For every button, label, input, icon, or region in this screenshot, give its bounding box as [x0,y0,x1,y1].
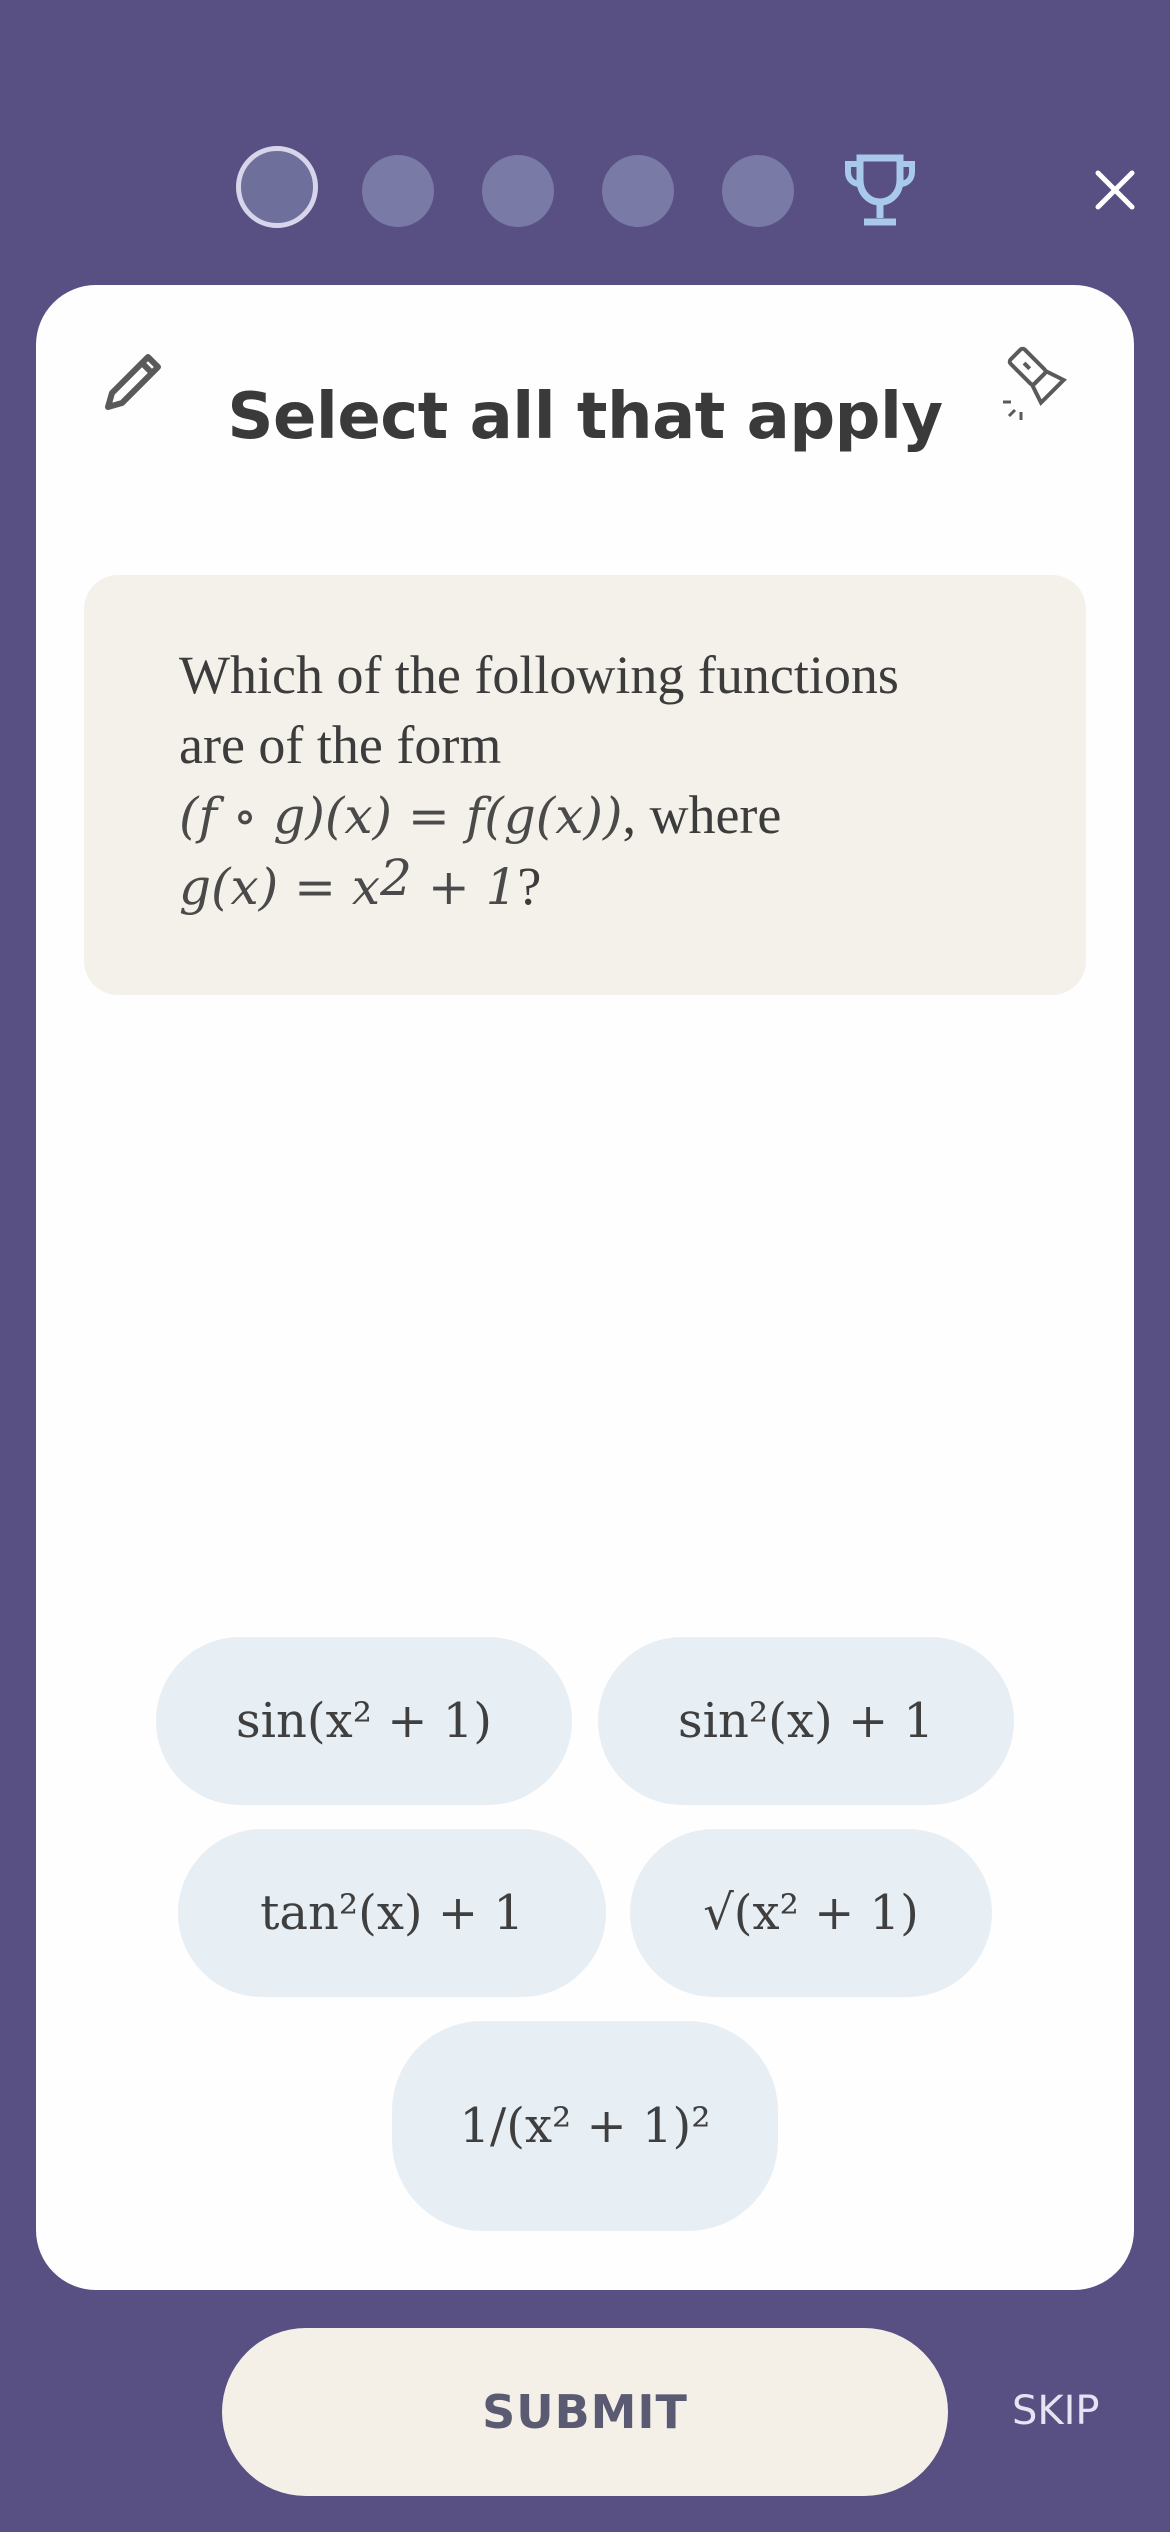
option-sin2-x-plus-1[interactable]: sin²(x) + 1 [598,1637,1014,1805]
progress-step [602,155,674,227]
option-sin-x2-plus-1[interactable]: sin(x² + 1) [156,1637,572,1805]
progress-bar [0,0,1170,280]
progress-step [722,155,794,227]
option-sqrt-x2-plus-1[interactable]: √(x² + 1) [630,1829,992,1997]
answer-options: sin(x² + 1) sin²(x) + 1 tan²(x) + 1 √(x²… [36,285,1134,2290]
progress-step-current [236,146,318,228]
skip-button[interactable]: SKIP [1012,2388,1100,2434]
progress-step [482,155,554,227]
submit-button[interactable]: SUBMIT [222,2328,948,2496]
question-card: Select all that apply Which of the follo… [36,285,1134,2290]
option-label: √(x² + 1) [703,1885,919,1941]
option-reciprocal-square[interactable]: 1/(x² + 1)² [392,2021,778,2231]
trophy-icon [845,154,915,226]
option-label: tan²(x) + 1 [260,1885,524,1941]
option-label: 1/(x² + 1)² [459,2098,711,2154]
option-label: sin²(x) + 1 [678,1693,934,1749]
progress-step [362,155,434,227]
option-label: sin(x² + 1) [236,1693,492,1749]
option-tan2-x-plus-1[interactable]: tan²(x) + 1 [178,1829,606,1997]
close-icon[interactable] [1090,165,1140,215]
